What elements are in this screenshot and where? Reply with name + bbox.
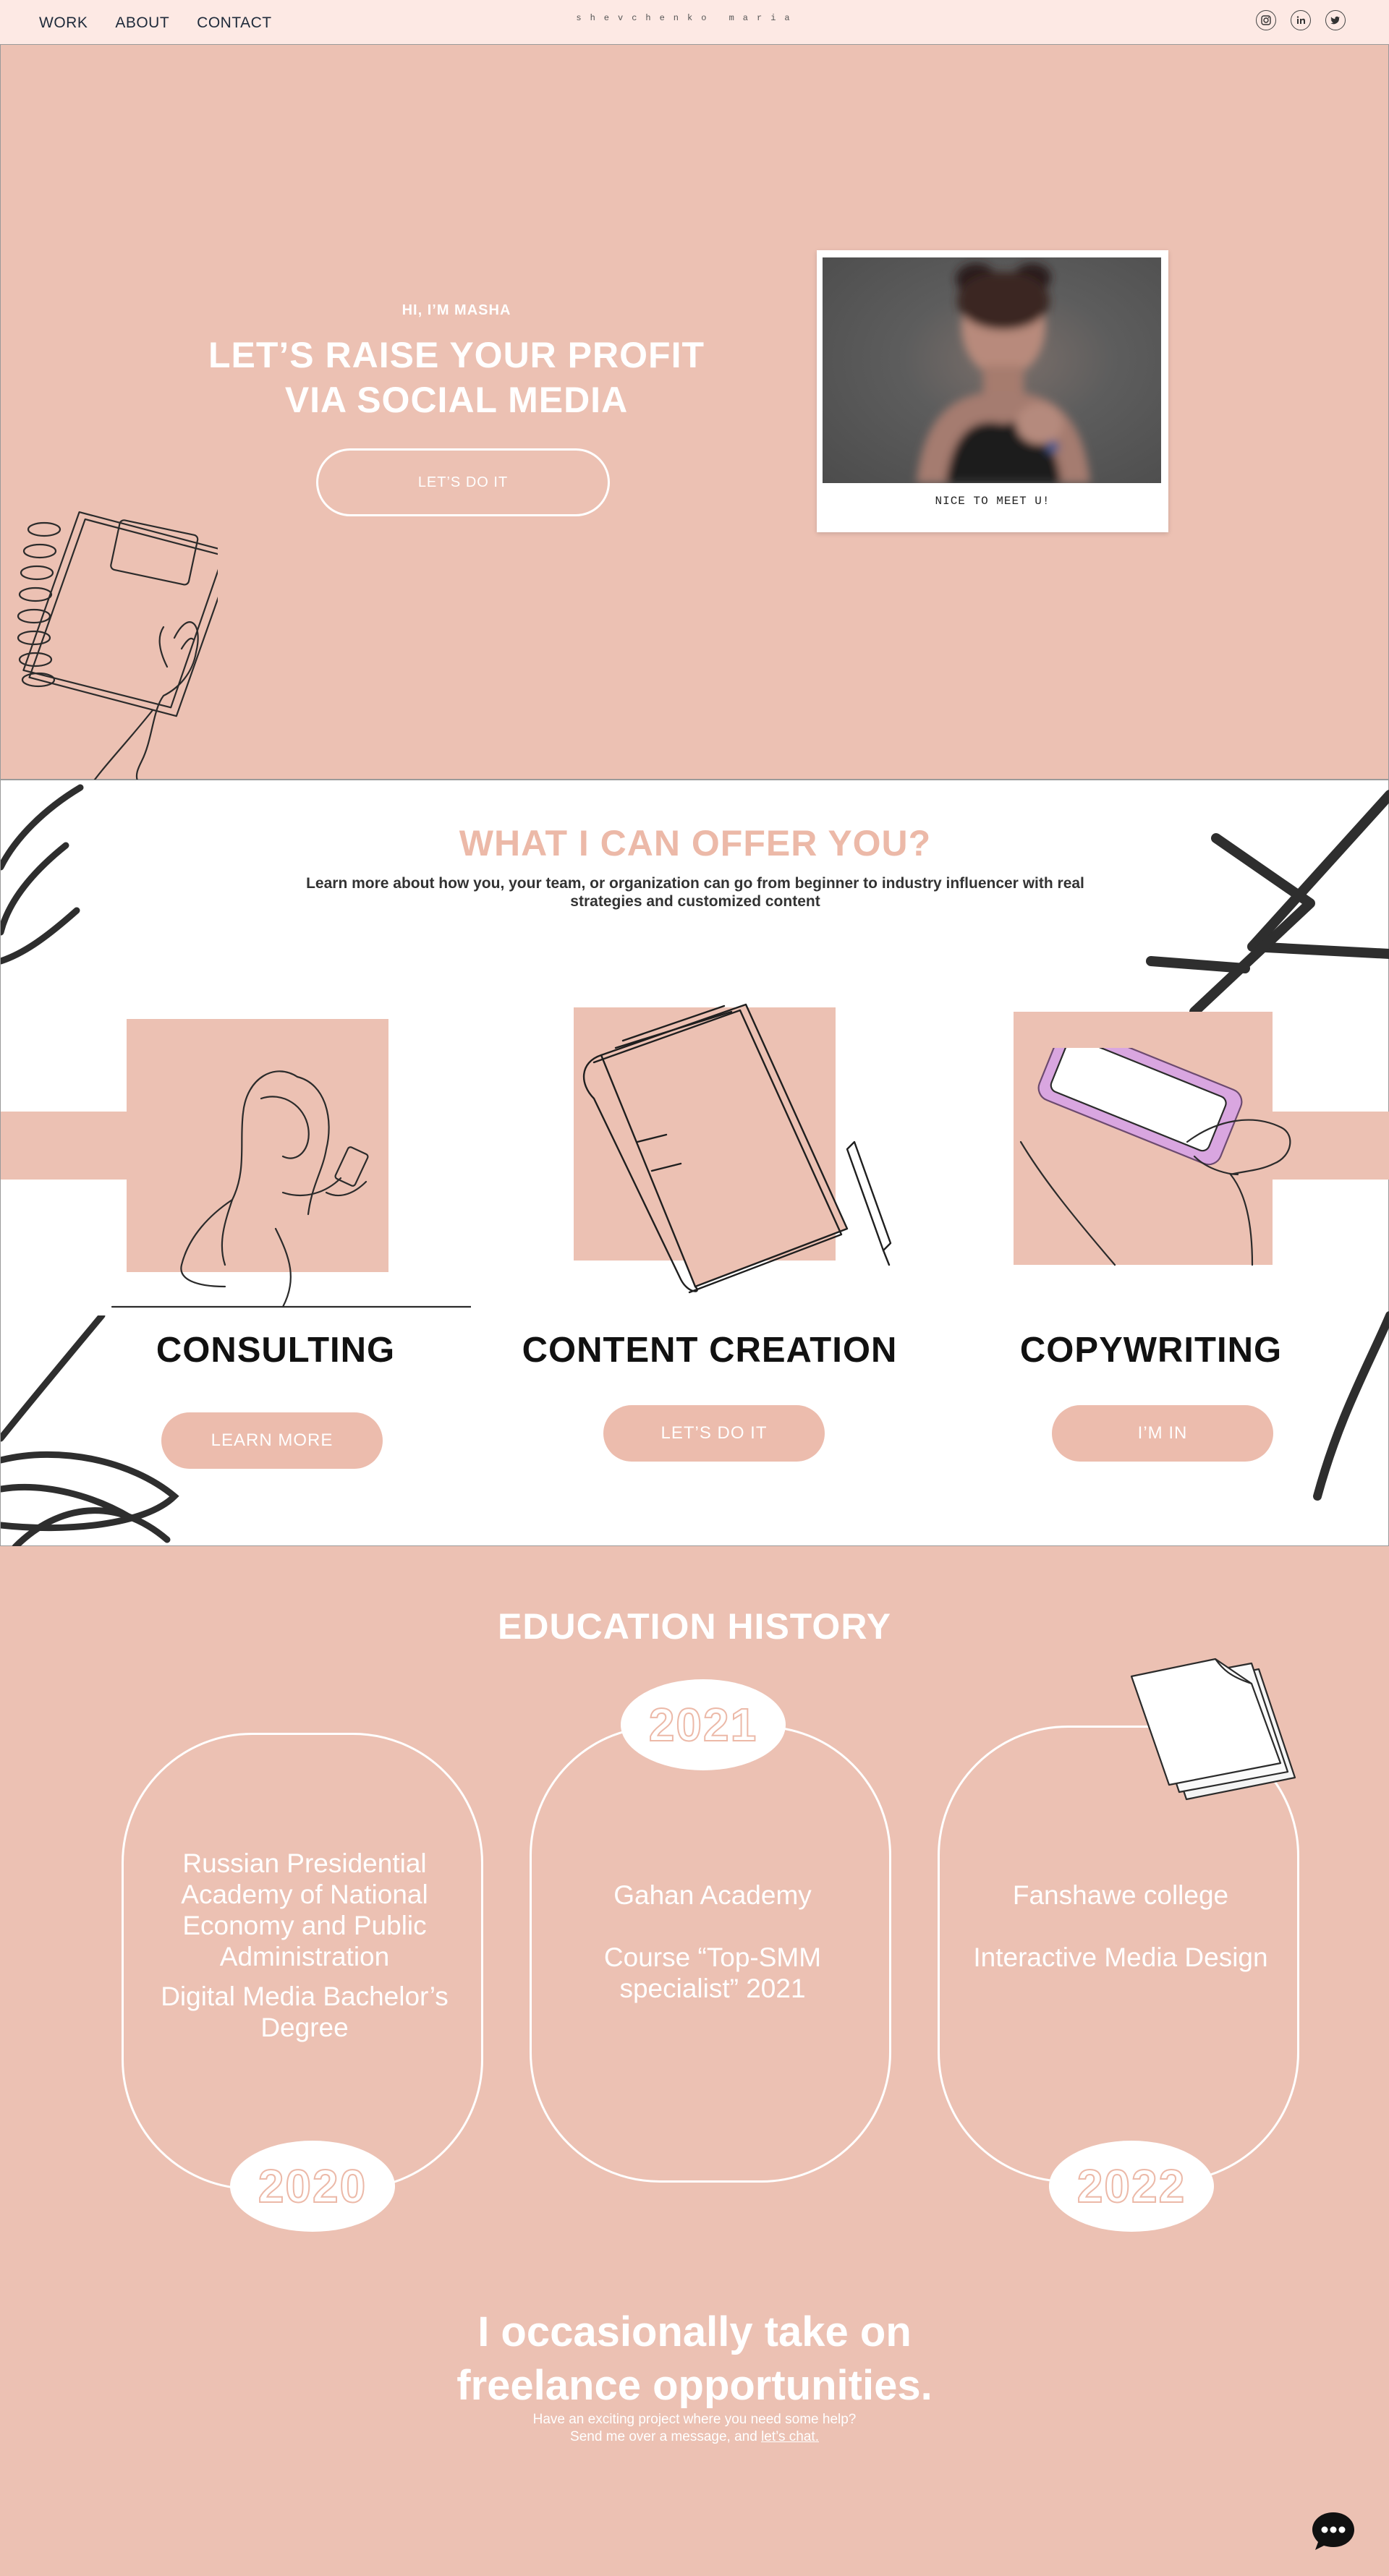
education-program: Course “Top-SMM specialist” 2021 <box>603 1942 822 2003</box>
education-section: EDUCATION HISTORY Russian Presidential A… <box>0 1546 1389 2576</box>
nav-link-contact[interactable]: CONTACT <box>197 14 271 32</box>
service-title-consulting: CONSULTING <box>156 1331 396 1370</box>
education-card-2021: Gahan Academy Course “Top-SMM specialist… <box>530 1726 891 2183</box>
freelance-title-line2: freelance opportunities. <box>456 2362 933 2409</box>
hero-section: HI, I’M MASHA LET’S RAISE YOUR PROFIT VI… <box>0 45 1389 790</box>
hand-smartphone-illustration <box>1019 1048 1291 1266</box>
hero-title-line2: VIA SOCIAL MEDIA <box>284 380 629 420</box>
scribble-decoration-right-bottom <box>1313 1311 1389 1501</box>
education-program: Interactive Media Design <box>973 1942 1268 1972</box>
lets-do-it-button[interactable]: LET’S DO IT <box>603 1405 825 1462</box>
education-program: Digital Media Bachelor’s Degree <box>161 1982 449 2042</box>
education-school: Gahan Academy <box>613 1880 812 1910</box>
freelance-title: I occasionally take on freelance opportu… <box>333 2306 1056 2413</box>
im-in-button[interactable]: I’M IN <box>1052 1405 1273 1462</box>
education-card-2020: Russian Presidential Academy of National… <box>122 1733 483 2190</box>
profile-photo <box>823 257 1161 483</box>
nav-links: WORK ABOUT CONTACT <box>39 14 272 32</box>
services-section: WHAT I CAN OFFER YOU? Learn more about h… <box>0 780 1389 1547</box>
nav-link-about[interactable]: ABOUT <box>115 14 169 32</box>
education-school: Fanshawe college <box>1012 1880 1229 1910</box>
services-title: WHAT I CAN OFFER YOU? <box>459 823 932 863</box>
service-title-content-creation: CONTENT CREATION <box>522 1331 898 1370</box>
freelance-subtitle: Have an exciting project where you need … <box>441 2411 948 2446</box>
learn-more-button[interactable]: LEARN MORE <box>161 1412 383 1469</box>
year-badge-2020: 2020 <box>230 2141 395 2232</box>
profile-polaroid: NICE TO MEET U! <box>817 250 1168 532</box>
freelance-title-line1: I occasionally take on <box>477 2308 912 2355</box>
social-links <box>1256 10 1346 30</box>
site-brand[interactable]: shevchenko maria <box>543 13 832 23</box>
lets-chat-link[interactable]: let’s chat. <box>761 2429 819 2444</box>
services-subtitle-line2: strategies and customized content <box>570 893 820 910</box>
chat-bubble-icon[interactable] <box>1311 2511 1356 2551</box>
freelance-sub-line1: Have an exciting project where you need … <box>532 2412 857 2427</box>
nav-link-work[interactable]: WORK <box>39 14 88 32</box>
service-title-copywriting: COPYWRITING <box>1019 1331 1283 1370</box>
instagram-icon[interactable] <box>1256 10 1276 30</box>
year-badge-2021: 2021 <box>621 1679 786 1770</box>
polaroid-caption: NICE TO MEET U! <box>935 495 1050 508</box>
scribble-decoration-right-top <box>1146 790 1389 1012</box>
notebook-hand-illustration <box>17 511 218 790</box>
services-subtitle-line1: Learn more about how you, your team, or … <box>306 875 1084 892</box>
education-school: Russian Presidential Academy of National… <box>181 1848 428 1971</box>
hero-cta-button[interactable]: LET’S DO IT <box>316 448 610 516</box>
hero-title-line1: LET’S RAISE YOUR PROFIT <box>208 335 705 375</box>
hero-title: LET’S RAISE YOUR PROFIT VIA SOCIAL MEDIA <box>167 333 746 422</box>
freelance-sub-line2: Send me over a message, and <box>570 2429 757 2444</box>
year-badge-2022: 2022 <box>1049 2141 1214 2232</box>
services-subtitle: Learn more about how you, your team, or … <box>261 874 1129 910</box>
scribble-decoration-left-top <box>1 784 84 965</box>
notebook-pencil-illustration <box>583 1003 892 1294</box>
hero-kicker: HI, I’M MASHA <box>402 302 511 318</box>
top-nav: WORK ABOUT CONTACT shevchenko maria <box>0 0 1389 45</box>
woman-phone-illustration <box>111 1070 471 1308</box>
education-title: EDUCATION HISTORY <box>498 1606 891 1647</box>
paper-sheets-illustration <box>1130 1658 1296 1801</box>
twitter-icon[interactable] <box>1325 10 1346 30</box>
linkedin-icon[interactable] <box>1291 10 1311 30</box>
